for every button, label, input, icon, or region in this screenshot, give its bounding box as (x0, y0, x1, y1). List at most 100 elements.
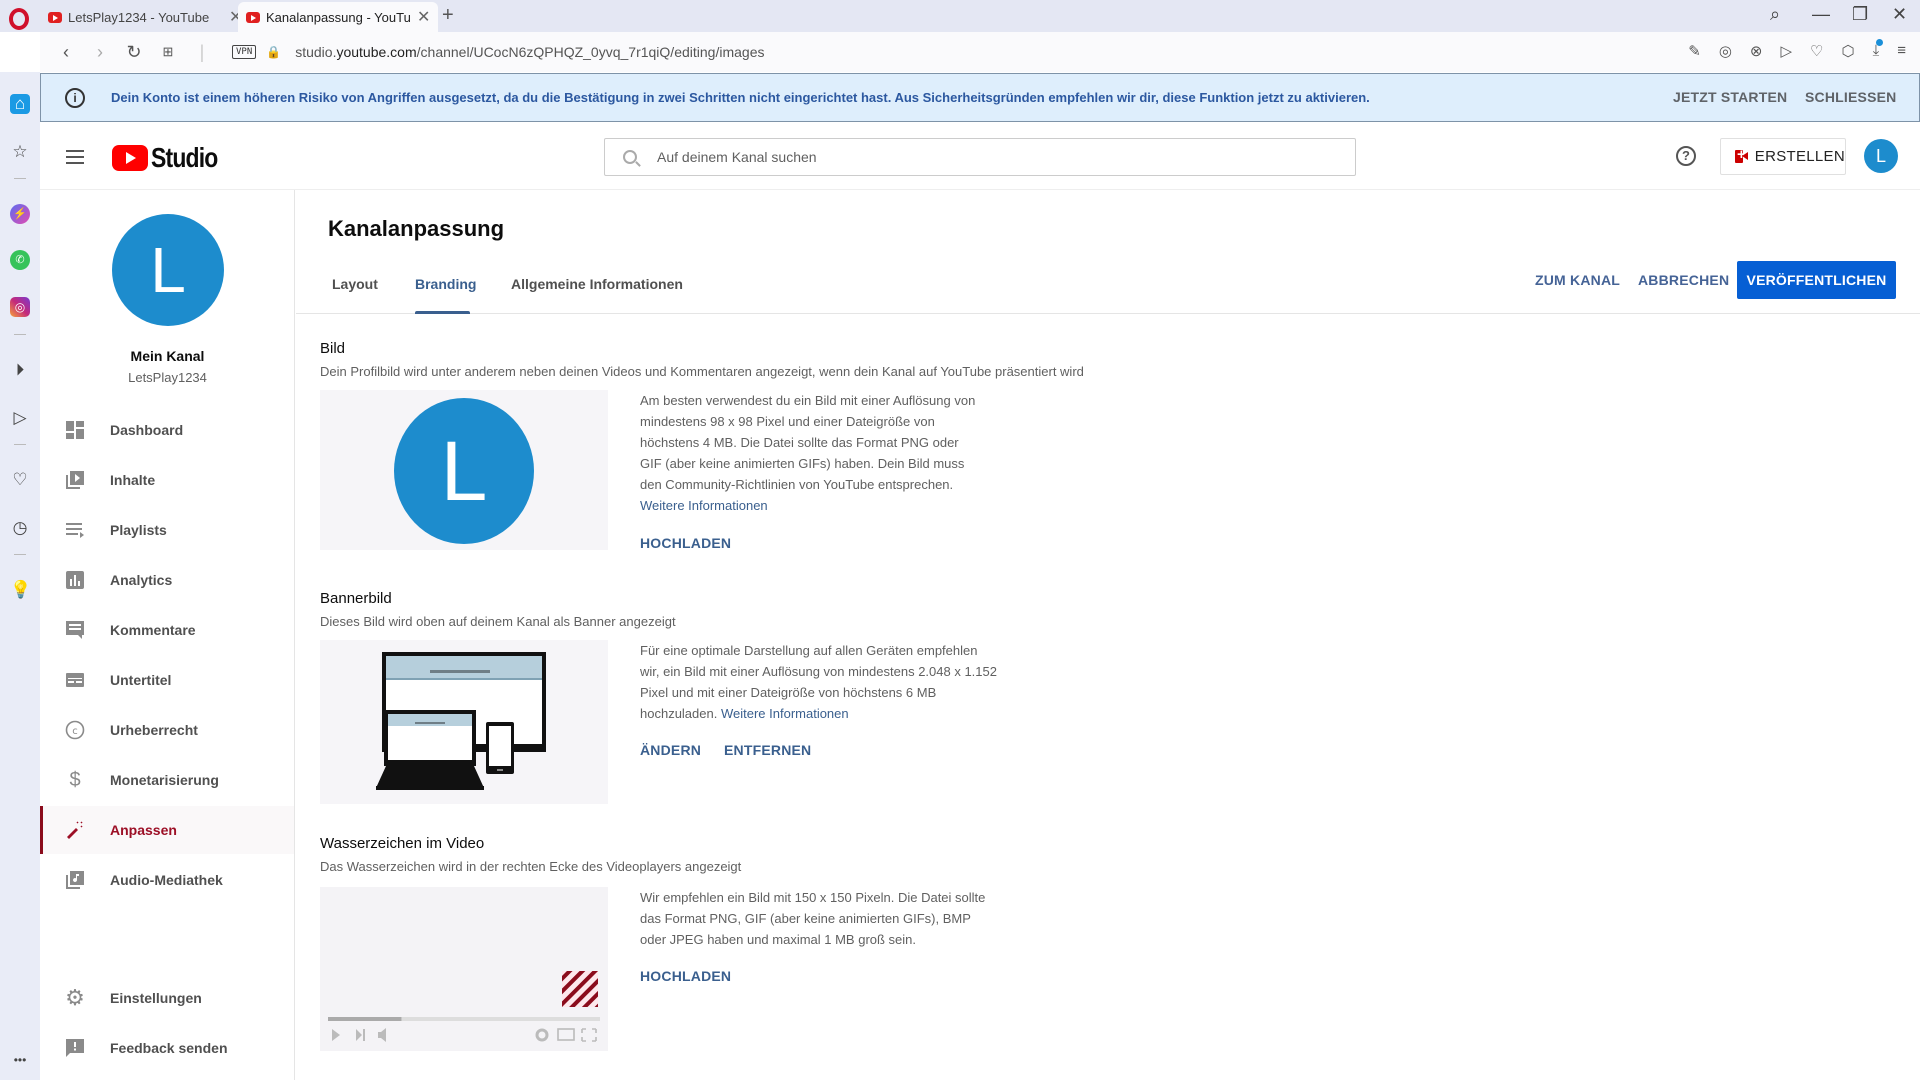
content-icon (64, 470, 86, 490)
flow-send-icon[interactable]: ▷ (1780, 42, 1792, 60)
section-title-banner: Bannerbild (320, 590, 392, 607)
reload-icon[interactable]: ↻ (126, 42, 142, 63)
subtitles-icon (64, 670, 86, 690)
sidebar-item-content[interactable]: Inhalte (40, 456, 294, 504)
separator (14, 554, 26, 555)
start-now-button[interactable]: JETZT STARTEN (1673, 89, 1787, 105)
snapshot-edit-icon[interactable]: ✎ (1688, 42, 1701, 60)
browser-tab[interactable]: LetsPlay1234 - YouTube ✕ (40, 2, 250, 32)
sidebar-item-label: Inhalte (110, 472, 156, 488)
youtube-play-icon (112, 145, 148, 171)
profile-picture-preview: L (320, 390, 608, 550)
main-content: Kanalanpassung Layout Branding Allgemein… (296, 190, 1920, 1080)
sidebar-item-copyright[interactable]: c Urheberrecht (40, 706, 294, 754)
home-icon[interactable]: ⌂ (10, 94, 30, 114)
heart-icon[interactable]: ♡ (10, 470, 30, 490)
history-clock-icon[interactable]: ◷ (10, 518, 30, 538)
studio-header: Studio ? ERSTELLEN L (40, 122, 1920, 190)
help-icon[interactable]: ? (1676, 146, 1696, 166)
sidebar-item-playlists[interactable]: Playlists (40, 506, 294, 554)
url-field[interactable]: studio.youtube.com/channel/UCocN6zQPHQZ_… (295, 44, 764, 60)
tab-layout[interactable]: Layout (332, 276, 378, 292)
sidebar-item-customize[interactable]: Anpassen (40, 806, 294, 854)
browser-tab-bar: LetsPlay1234 - YouTube ✕ Kanalanpassung … (0, 0, 1920, 32)
tab-branding[interactable]: Branding (415, 276, 476, 292)
create-button[interactable]: ERSTELLEN (1720, 138, 1846, 175)
security-alert-banner: i Dein Konto ist einem höheren Risiko vo… (40, 73, 1920, 122)
publish-button[interactable]: VERÖFFENTLICHEN (1737, 261, 1896, 299)
learn-more-link[interactable]: Weitere Informationen (721, 706, 849, 721)
studio-sidebar: L Mein Kanal LetsPlay1234 Dashboard Inha… (40, 190, 295, 1080)
opera-logo-icon[interactable] (9, 8, 29, 30)
sidebar-item-label: Analytics (110, 572, 173, 588)
adblock-shield-icon[interactable]: ⊗ (1750, 42, 1763, 60)
cancel-button[interactable]: ABBRECHEN (1638, 272, 1729, 288)
account-avatar[interactable]: L (1864, 139, 1898, 173)
sidebar-item-settings[interactable]: ⚙ Einstellungen (40, 974, 294, 1022)
view-channel-button[interactable]: ZUM KANAL (1535, 272, 1620, 288)
remove-banner-button[interactable]: ENTFERNEN (724, 742, 811, 758)
messenger-icon[interactable]: ⚡ (10, 204, 30, 224)
extensions-cube-icon[interactable]: ⬡ (1841, 42, 1854, 60)
section-desc-picture: Dein Profilbild wird unter anderem neben… (320, 364, 1084, 379)
speed-dial-icon[interactable]: ⊞ (160, 44, 176, 60)
url-domain: youtube.com (336, 44, 417, 60)
back-icon[interactable]: ‹ (58, 42, 74, 63)
dismiss-button[interactable]: SCHLIESSEN (1805, 89, 1896, 105)
instagram-icon[interactable]: ◎ (10, 297, 30, 317)
youtube-studio-logo[interactable]: Studio (112, 142, 232, 174)
search-icon[interactable] (623, 150, 637, 164)
fullscreen-icon (581, 1028, 597, 1042)
alert-message: Dein Konto ist einem höheren Risiko von … (111, 90, 1370, 105)
sidebar-item-label: Feedback senden (110, 1040, 228, 1056)
picture-guidelines-text: Am besten verwendest du ein Bild mit ein… (640, 393, 976, 492)
create-video-icon (1735, 146, 1748, 163)
lightbulb-icon[interactable]: 💡 (10, 580, 31, 600)
channel-avatar[interactable]: L (112, 214, 224, 326)
sidebar-item-analytics[interactable]: Analytics (40, 556, 294, 604)
restore-button[interactable]: ❐ (1852, 4, 1868, 25)
sidebar-item-label: Kommentare (110, 622, 196, 638)
sidebar-item-feedback[interactable]: Feedback senden (40, 1024, 294, 1072)
browser-search-icon[interactable]: ⌕ (1770, 4, 1780, 25)
upload-picture-button[interactable]: HOCHLADEN (640, 535, 731, 551)
vpn-badge[interactable]: VPN (232, 45, 257, 59)
close-window-button[interactable]: ✕ (1892, 4, 1907, 25)
analytics-icon (64, 570, 86, 590)
star-icon[interactable]: ☆ (10, 142, 30, 162)
minimize-button[interactable]: — (1812, 4, 1830, 25)
audio-library-icon (64, 870, 86, 890)
page-title: Kanalanpassung (328, 216, 505, 241)
browser-toolbar: ✎ ◎ ⊗ ▷ ♡ ⬡ ⤓ ≡ (1688, 39, 1906, 60)
upload-watermark-button[interactable]: HOCHLADEN (640, 968, 731, 984)
learn-more-link[interactable]: Weitere Informationen (640, 498, 768, 513)
heart-icon[interactable]: ♡ (1810, 42, 1823, 60)
svg-text:c: c (72, 726, 78, 737)
camera-icon[interactable]: ◎ (1719, 42, 1732, 60)
player-icon[interactable]: ⏵ (10, 360, 30, 380)
send-icon[interactable]: ▷ (10, 408, 30, 428)
comments-icon (64, 620, 86, 640)
address-bar: ‹ › ↻ ⊞ | VPN 🔒 studio.youtube.com/chann… (40, 32, 1920, 72)
sidebar-item-dashboard[interactable]: Dashboard (40, 406, 294, 454)
search-input[interactable] (657, 149, 1317, 165)
sidebar-item-audio-library[interactable]: Audio-Mediathek (40, 856, 294, 904)
tab-general-info[interactable]: Allgemeine Informationen (511, 276, 683, 292)
more-icon[interactable]: ••• (10, 1050, 30, 1070)
whatsapp-icon[interactable]: ✆ (10, 250, 30, 270)
forward-icon[interactable]: › (92, 42, 108, 63)
change-banner-button[interactable]: ÄNDERN (640, 742, 701, 758)
sidebar-item-comments[interactable]: Kommentare (40, 606, 294, 654)
easy-setup-icon[interactable]: ≡ (1897, 42, 1906, 60)
sidebar-item-subtitles[interactable]: Untertitel (40, 656, 294, 704)
close-tab-icon[interactable]: ✕ (417, 7, 430, 27)
new-tab-button[interactable]: + (442, 4, 454, 27)
url-prefix: studio. (295, 44, 337, 60)
download-icon[interactable]: ⤓ (1873, 39, 1883, 60)
sidebar-item-monetization[interactable]: $ Monetarisierung (40, 756, 294, 804)
menu-icon[interactable] (66, 150, 84, 168)
separator (14, 334, 26, 335)
browser-tab-active[interactable]: Kanalanpassung - YouTube ✕ (238, 2, 439, 32)
channel-handle: LetsPlay1234 (128, 370, 207, 385)
lock-icon[interactable]: 🔒 (266, 45, 281, 59)
